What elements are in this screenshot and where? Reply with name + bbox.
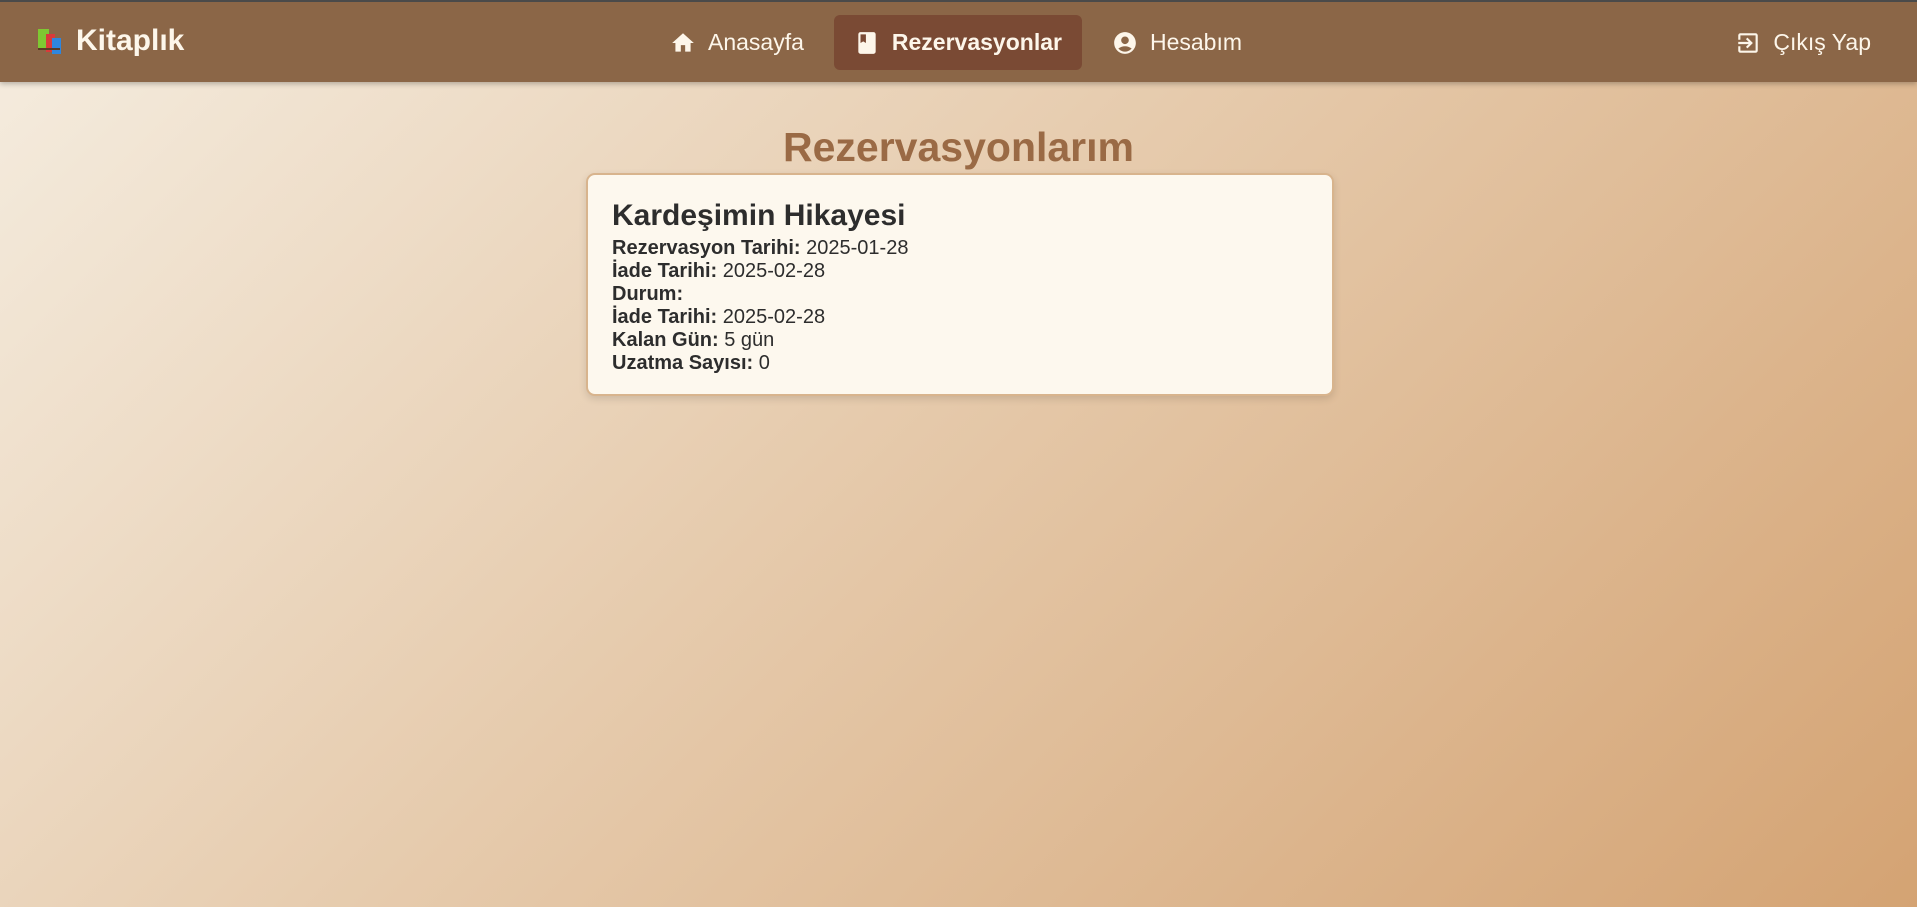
nav-item-hesabim[interactable]: Hesabım xyxy=(1092,15,1262,70)
page-title: Rezervasyonlarım xyxy=(783,124,1134,170)
book-icon xyxy=(854,30,880,56)
status-field: Durum: xyxy=(612,283,1308,306)
main-nav: Anasayfa Rezervasyonlar Hesabım xyxy=(650,15,1272,70)
nav-item-rezervasyonlar[interactable]: Rezervasyonlar xyxy=(833,15,1082,70)
nav-item-label: Hesabım xyxy=(1149,29,1242,55)
nav-item-anasayfa[interactable]: Anasayfa xyxy=(650,15,824,70)
reservation-card: Kardeşimin Hikayesi Rezervasyon Tarihi: … xyxy=(586,173,1334,396)
field-label: Rezervasyon Tarihi: xyxy=(612,237,801,259)
field-label: Durum: xyxy=(612,283,684,305)
logout-icon xyxy=(1735,30,1761,56)
field-value: 2025-02-28 xyxy=(722,260,826,282)
field-label: İade Tarihi: xyxy=(612,260,718,282)
logout-label: Çıkış Yap xyxy=(1773,29,1871,55)
field-value: 2025-02-28 xyxy=(722,306,826,328)
books-icon xyxy=(36,26,66,56)
brand-name: Kitaplık xyxy=(76,24,185,57)
field-value: 2025-01-28 xyxy=(806,237,909,259)
field-label: İade Tarihi: xyxy=(612,306,718,328)
return-date-field: İade Tarihi: 2025-02-28 xyxy=(612,306,1308,329)
remaining-days-field: Kalan Gün: 5 gün xyxy=(612,329,1308,352)
account-circle-icon xyxy=(1112,30,1138,56)
nav-item-label: Rezervasyonlar xyxy=(891,29,1062,55)
brand-link[interactable]: Kitaplık xyxy=(36,22,184,60)
field-label: Uzatma Sayısı: xyxy=(612,352,754,374)
return-date-field: İade Tarihi: 2025-02-28 xyxy=(612,260,1308,283)
extension-count-field: Uzatma Sayısı: 0 xyxy=(612,352,1308,375)
navbar: Kitaplık Anasayfa Rezervasyonlar Hesabım… xyxy=(0,0,1917,82)
field-value: 5 gün xyxy=(724,329,775,351)
nav-item-label: Anasayfa xyxy=(708,29,804,55)
logout-button[interactable]: Çıkış Yap xyxy=(1735,15,1871,70)
field-value: 0 xyxy=(758,352,770,374)
book-title: Kardeşimin Hikayesi xyxy=(612,199,906,232)
home-icon xyxy=(670,30,696,56)
reservation-date-field: Rezervasyon Tarihi: 2025-01-28 xyxy=(612,237,1308,260)
window-top-border xyxy=(0,0,1917,2)
field-label: Kalan Gün: xyxy=(612,329,719,351)
